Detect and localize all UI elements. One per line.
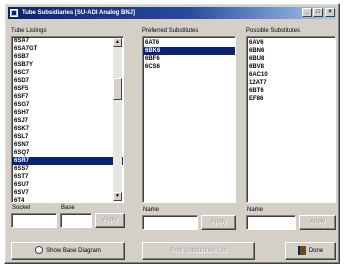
tube-list-item[interactable]: 6SB7Y xyxy=(12,61,123,69)
exit-door-icon xyxy=(297,245,306,255)
possible-substitutes-items: 6AV6 6BN6 6BU8 6BV8 6AC10 12AT7 6BT6 EF86 xyxy=(247,37,335,103)
show-base-diagram-label: Show Base Diagram xyxy=(46,248,101,254)
possible-substitutes-list[interactable]: 6AV6 6BN6 6BU8 6BV8 6AC10 12AT7 6BT6 EF86 xyxy=(246,36,336,203)
tube-listings-scrollbar[interactable]: ▲ ▼ xyxy=(113,38,122,201)
possible-substitute-item[interactable]: EF86 xyxy=(247,95,335,103)
tube-listings-label: Tube Listings xyxy=(11,28,47,34)
tube-list-item[interactable]: 6SK7 xyxy=(12,125,123,133)
tube-list-item[interactable]: 6SL7 xyxy=(12,133,123,141)
done-label: Done xyxy=(308,248,324,254)
preferred-substitute-item[interactable]: 6AT6 xyxy=(143,39,235,47)
possible-substitute-item[interactable]: 6BU8 xyxy=(247,55,335,63)
possible-substitute-item[interactable]: 6BT6 xyxy=(247,87,335,95)
tube-listings-items: 6SA7 6SA7GT 6SB7 6SB7Y 6SC7 6SD7 6SF5 6SF7 6SG7 6… xyxy=(12,37,123,202)
tube-list-item[interactable]: 6SN7 xyxy=(12,141,123,149)
tube-listings-list[interactable]: 6SA7 6SA7GT 6SB7 6SB7Y 6SC7 6SD7 6SF5 6SF7 6SG7 6… xyxy=(11,36,124,203)
tube-list-item[interactable]: 6SG7 xyxy=(12,101,123,109)
middle-apply-button[interactable]: Apply xyxy=(201,215,236,230)
right-name-label: Name xyxy=(247,207,264,213)
base-input[interactable] xyxy=(60,213,92,228)
tube-list-item[interactable]: 6SA7 xyxy=(12,37,123,45)
main-window: Tube Subsidiaries [SU-ADI Analog BNJ] _ … xyxy=(4,3,340,264)
possible-substitutes-label: Possible Substitutes xyxy=(246,28,301,34)
possible-substitute-item[interactable]: 6AC10 xyxy=(247,71,335,79)
tube-list-item[interactable]: 6SS7 xyxy=(12,165,123,173)
tube-list-item[interactable]: 6SF5 xyxy=(12,85,123,93)
tube-list-item[interactable]: 6SH7 xyxy=(12,109,123,117)
possible-substitute-item[interactable]: 6BV8 xyxy=(247,63,335,71)
scroll-up-arrow-icon[interactable]: ▲ xyxy=(113,38,122,47)
tube-list-item[interactable]: 6SR7 xyxy=(12,157,123,165)
title-bar[interactable]: Tube Subsidiaries [SU-ADI Analog BNJ] _ … xyxy=(8,7,336,19)
preferred-substitute-item[interactable]: 6CS6 xyxy=(143,63,235,71)
tube-list-item[interactable]: 6SQ7 xyxy=(12,149,123,157)
tube-list-item[interactable]: 6SF7 xyxy=(12,93,123,101)
right-apply-button[interactable]: Apply xyxy=(299,215,336,230)
tube-list-item[interactable]: 6SV7 xyxy=(12,189,123,197)
left-apply-button[interactable]: Apply xyxy=(95,213,125,228)
close-button[interactable]: × xyxy=(325,8,335,17)
diagram-icon xyxy=(35,246,44,255)
done-button[interactable]: Done xyxy=(285,242,336,260)
scroll-down-arrow-icon[interactable]: ▼ xyxy=(113,192,122,201)
possible-substitute-item[interactable]: 6BN6 xyxy=(247,47,335,55)
base-label: Base xyxy=(61,205,75,211)
possible-substitute-item[interactable]: 12AT7 xyxy=(247,79,335,87)
tube-list-item[interactable]: 6SD7 xyxy=(12,77,123,85)
possible-substitute-item[interactable]: 6AV6 xyxy=(247,39,335,47)
socket-label: Socket xyxy=(12,205,31,211)
minimize-button[interactable]: _ xyxy=(302,8,312,17)
preferred-substitutes-list[interactable]: 6AT6 6BK6 6BF6 6CS6 xyxy=(142,36,236,203)
show-base-diagram-button[interactable]: Show Base Diagram xyxy=(11,242,125,260)
right-name-input[interactable] xyxy=(246,215,296,230)
preferred-substitute-item[interactable]: 6BK6 xyxy=(143,47,235,55)
scroll-thumb[interactable] xyxy=(113,78,122,100)
tube-list-item[interactable]: 6SJ7 xyxy=(12,117,123,125)
middle-name-label: Name xyxy=(143,207,160,213)
socket-input[interactable] xyxy=(11,213,57,228)
maximize-button[interactable]: □ xyxy=(313,8,323,17)
app-icon xyxy=(10,9,18,17)
tube-list-item[interactable]: 6T4 xyxy=(12,197,123,202)
tube-list-item[interactable]: 6SC7 xyxy=(12,69,123,77)
tube-list-item[interactable]: 6SU7 xyxy=(12,181,123,189)
middle-name-input[interactable] xyxy=(142,215,198,230)
preferred-substitutes-items: 6AT6 6BK6 6BF6 6CS6 xyxy=(143,37,235,71)
tube-list-item[interactable]: 6SB7 xyxy=(12,53,123,61)
window-title: Tube Subsidiaries [SU-ADI Analog BNJ] xyxy=(22,10,136,16)
preferred-substitute-item[interactable]: 6BF6 xyxy=(143,55,235,63)
preferred-substitutes-label: Preferred Substitutes xyxy=(142,28,199,34)
tube-list-item[interactable]: 6ST7 xyxy=(12,173,123,181)
tube-list-item[interactable]: 6SA7GT xyxy=(12,45,123,53)
print-substitution-list-button[interactable]: Print Substitution List xyxy=(142,242,255,260)
